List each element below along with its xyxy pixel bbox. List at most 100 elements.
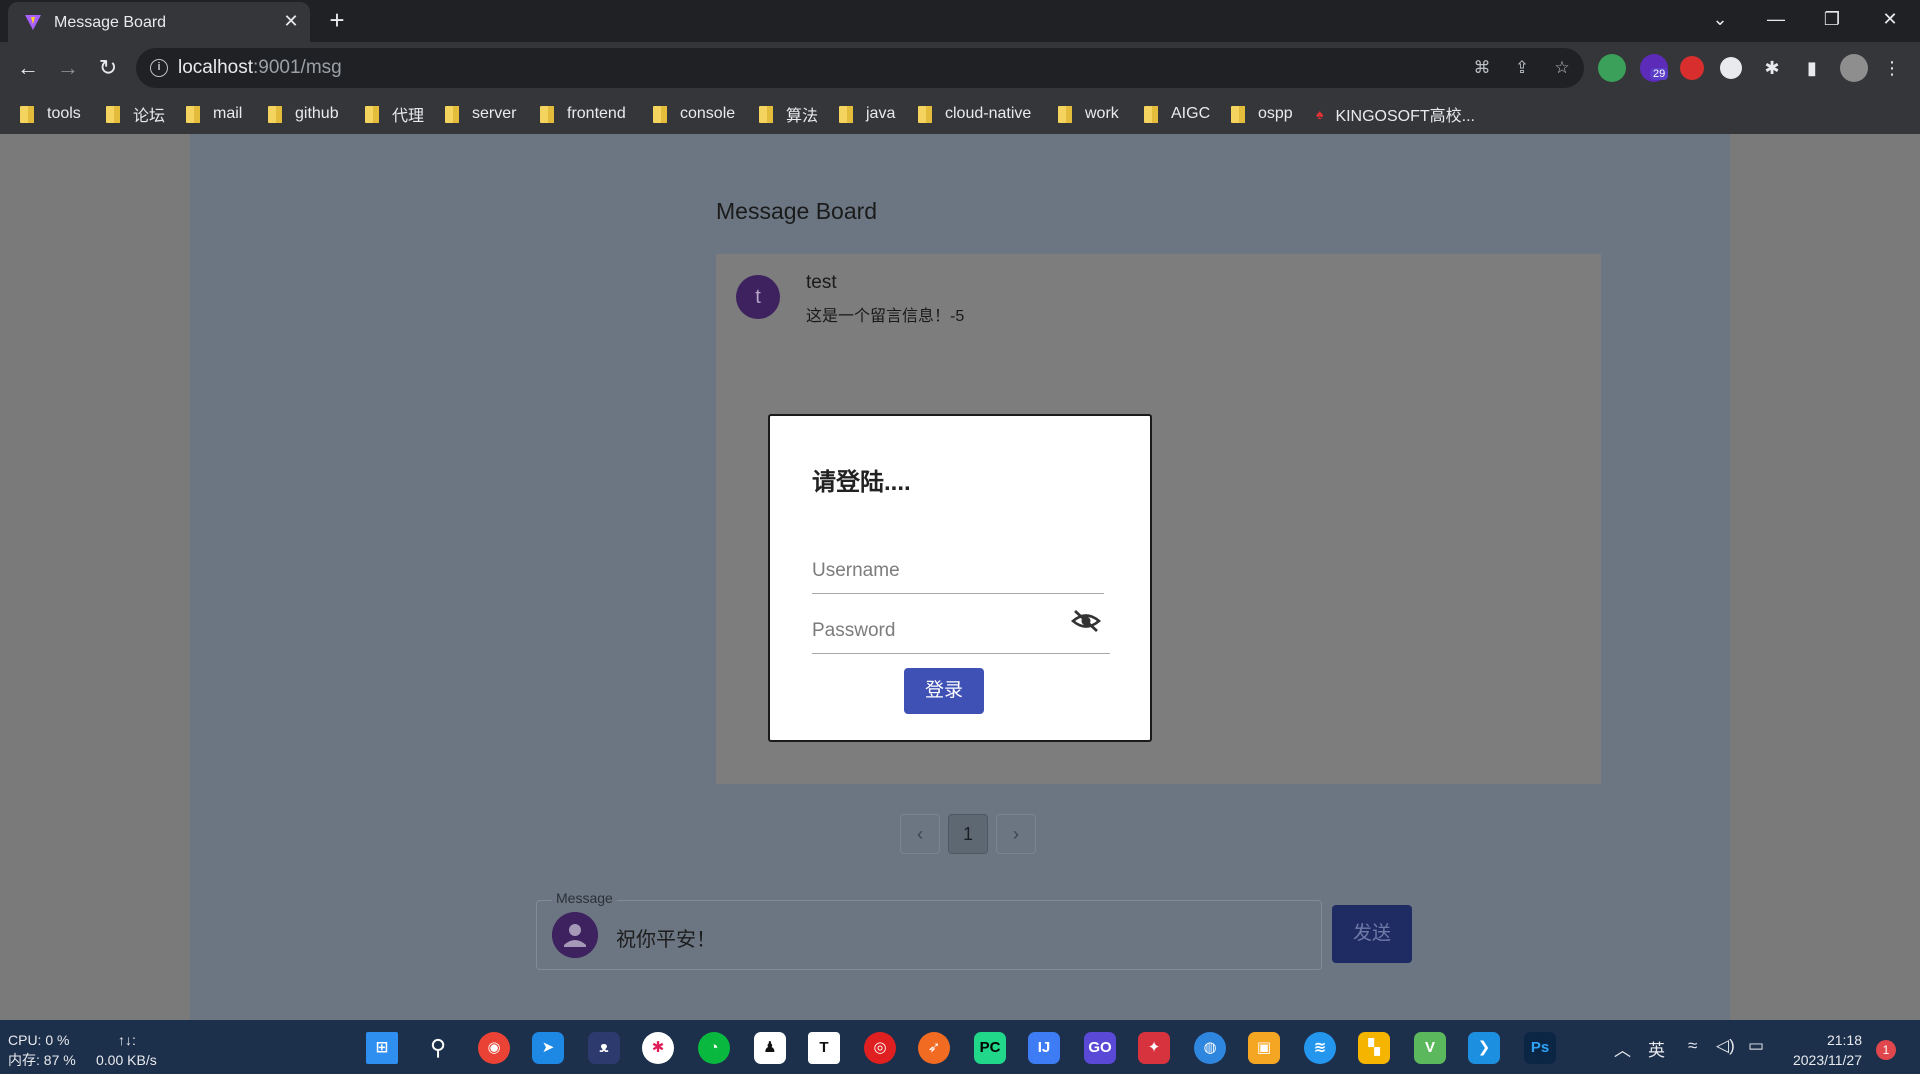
reload-button[interactable]: ↻ <box>92 52 124 84</box>
site-info-icon[interactable]: i <box>150 59 168 77</box>
bookmark-console[interactable]: console <box>653 102 735 126</box>
back-button[interactable]: ← <box>12 52 44 84</box>
extensions-puzzle-icon[interactable]: ✱ <box>1756 52 1788 84</box>
restore-button[interactable]: ❐ <box>1804 0 1860 38</box>
docker-icon[interactable]: ≋ <box>1304 1032 1336 1064</box>
postman-icon[interactable]: ➶ <box>918 1032 950 1064</box>
typora-icon[interactable]: T <box>808 1032 840 1064</box>
bookmark-server[interactable]: server <box>445 102 516 126</box>
tab-search-icon[interactable]: ⌄ <box>1692 0 1748 38</box>
bookmark-aigc[interactable]: AIGC <box>1144 102 1210 126</box>
office-icon[interactable]: ▚ <box>1358 1032 1390 1064</box>
notification-badge[interactable]: 1 <box>1876 1040 1896 1060</box>
forward-button[interactable]: → <box>52 52 84 84</box>
toggle-password-visibility-icon[interactable] <box>1070 608 1102 634</box>
translate-icon[interactable]: ⌘ <box>1470 56 1494 80</box>
bookmark-mail[interactable]: mail <box>186 102 242 126</box>
clock[interactable]: 21:18 2023/11/27 <box>1786 1030 1862 1070</box>
start-button[interactable]: ⊞ <box>366 1032 398 1064</box>
search-icon[interactable]: ⚲ <box>422 1032 454 1064</box>
minimize-button[interactable]: — <box>1748 0 1804 38</box>
profile-avatar[interactable] <box>1840 54 1868 82</box>
cat-app-icon[interactable]: ᴥ <box>588 1032 620 1064</box>
virtualbox-icon[interactable]: ▣ <box>1248 1032 1280 1064</box>
wifi-icon[interactable]: ≈ <box>1688 1036 1697 1056</box>
volume-icon[interactable]: ◁) <box>1716 1036 1735 1056</box>
folder-icon <box>106 105 120 123</box>
browser-menu-icon[interactable]: ⋮ <box>1876 52 1908 84</box>
bookmarks-bar: tools 论坛 mail github 代理 server frontend … <box>0 94 1920 134</box>
bookmark-frontend[interactable]: frontend <box>540 102 626 126</box>
folder-icon <box>186 105 200 123</box>
bookmark-proxy[interactable]: 代理 <box>365 102 424 126</box>
login-button[interactable]: 登录 <box>904 668 984 714</box>
wechat-icon[interactable]: ◔ <box>698 1032 730 1064</box>
bookmark-kingosoft[interactable]: ♠ KINGOSOFT高校... <box>1316 102 1475 126</box>
bookmark-tools[interactable]: tools <box>20 102 81 126</box>
prev-page-button[interactable]: ‹ <box>900 814 940 854</box>
rider-icon[interactable]: ✦ <box>1138 1032 1170 1064</box>
folder-icon <box>20 105 34 123</box>
browser-alt-icon[interactable]: ◍ <box>1194 1032 1226 1064</box>
folder-icon <box>1144 105 1158 123</box>
share-icon[interactable]: ⇪ <box>1510 56 1534 80</box>
ime-indicator[interactable]: 英 <box>1648 1036 1665 1061</box>
qq-icon[interactable]: ♟ <box>754 1032 786 1064</box>
next-page-button[interactable]: › <box>996 814 1036 854</box>
vscode-icon[interactable]: ❯ <box>1468 1032 1500 1064</box>
bookmark-forum[interactable]: 论坛 <box>106 102 165 126</box>
netease-music-icon[interactable]: ◎ <box>864 1032 896 1064</box>
bookmark-algorithm[interactable]: 算法 <box>759 102 818 126</box>
side-panel-icon[interactable]: ▮ <box>1796 52 1828 84</box>
browser-toolbar: ← → ↻ i localhost:9001/msg ⌘ ⇪ ☆ 29 ✱ ▮ … <box>0 42 1920 94</box>
bookmark-star-icon[interactable]: ☆ <box>1550 56 1574 80</box>
message-text: 这是一个留言信息！-5 <box>806 308 965 325</box>
vite-favicon-icon <box>25 15 41 30</box>
vim-icon[interactable]: V <box>1414 1032 1446 1064</box>
goland-icon[interactable]: GO <box>1084 1032 1116 1064</box>
send-button[interactable]: 发送 <box>1332 905 1412 963</box>
photoshop-icon[interactable]: Ps <box>1524 1032 1556 1064</box>
url-text[interactable]: localhost:9001/msg <box>178 57 342 79</box>
chrome-icon[interactable]: ◉ <box>478 1032 510 1064</box>
dialog-title: 请登陆.... <box>812 469 911 496</box>
user-avatar-icon <box>552 912 598 958</box>
tab-title: Message Board <box>54 14 167 31</box>
page-title: Message Board <box>716 198 878 224</box>
new-tab-button[interactable]: + <box>322 6 352 36</box>
message-input-value[interactable]: 祝你平安！ <box>616 923 716 952</box>
bookmark-ospp[interactable]: ospp <box>1231 102 1293 126</box>
close-tab-icon[interactable]: ✕ <box>280 10 302 32</box>
adblock-icon[interactable] <box>1680 56 1704 80</box>
folder-icon <box>365 105 379 123</box>
address-bar[interactable]: i localhost:9001/msg ⌘ ⇪ ☆ <box>136 48 1584 88</box>
page-viewport: Message Board t test 这是一个留言信息！-5 ‹ 1 › M… <box>0 134 1920 1020</box>
username-label: Username <box>812 560 900 581</box>
system-stats: CPU: 0 % 内存: 87 % <box>8 1030 76 1070</box>
slack-icon[interactable]: ✱ <box>642 1032 674 1064</box>
kingosoft-icon: ♠ <box>1316 106 1324 122</box>
extension-1-icon[interactable] <box>1598 54 1626 82</box>
extension-badge: 29 <box>1650 68 1669 80</box>
battery-icon[interactable]: ▭ <box>1748 1036 1764 1056</box>
tray-chevron-icon[interactable]: ︿ <box>1614 1036 1631 1061</box>
browser-tab[interactable]: Message Board ✕ <box>8 2 310 42</box>
intellij-icon[interactable]: IJ <box>1028 1032 1060 1064</box>
folder-icon <box>918 105 932 123</box>
page-1-button[interactable]: 1 <box>948 814 988 854</box>
password-field[interactable]: Password <box>812 602 1110 654</box>
extension-2-icon[interactable]: 29 <box>1640 54 1669 82</box>
bookmark-java[interactable]: java <box>839 102 895 126</box>
username-field[interactable]: Username <box>812 542 1104 594</box>
bookmark-work[interactable]: work <box>1058 102 1119 126</box>
tab-strip: Message Board ✕ + ⌄ — ❐ ✕ <box>0 0 1920 42</box>
feishu-icon[interactable]: ➤ <box>532 1032 564 1064</box>
network-speed: 0.00 KB/s <box>96 1052 157 1068</box>
close-window-button[interactable]: ✕ <box>1862 0 1918 38</box>
extension-circle-icon[interactable] <box>1720 57 1742 79</box>
cpu-usage: CPU: 0 % <box>8 1032 70 1048</box>
clock-date: 2023/11/27 <box>1792 1052 1862 1068</box>
pycharm-icon[interactable]: PC <box>974 1032 1006 1064</box>
bookmark-github[interactable]: github <box>268 102 339 126</box>
bookmark-cloud-native[interactable]: cloud-native <box>918 102 1031 126</box>
